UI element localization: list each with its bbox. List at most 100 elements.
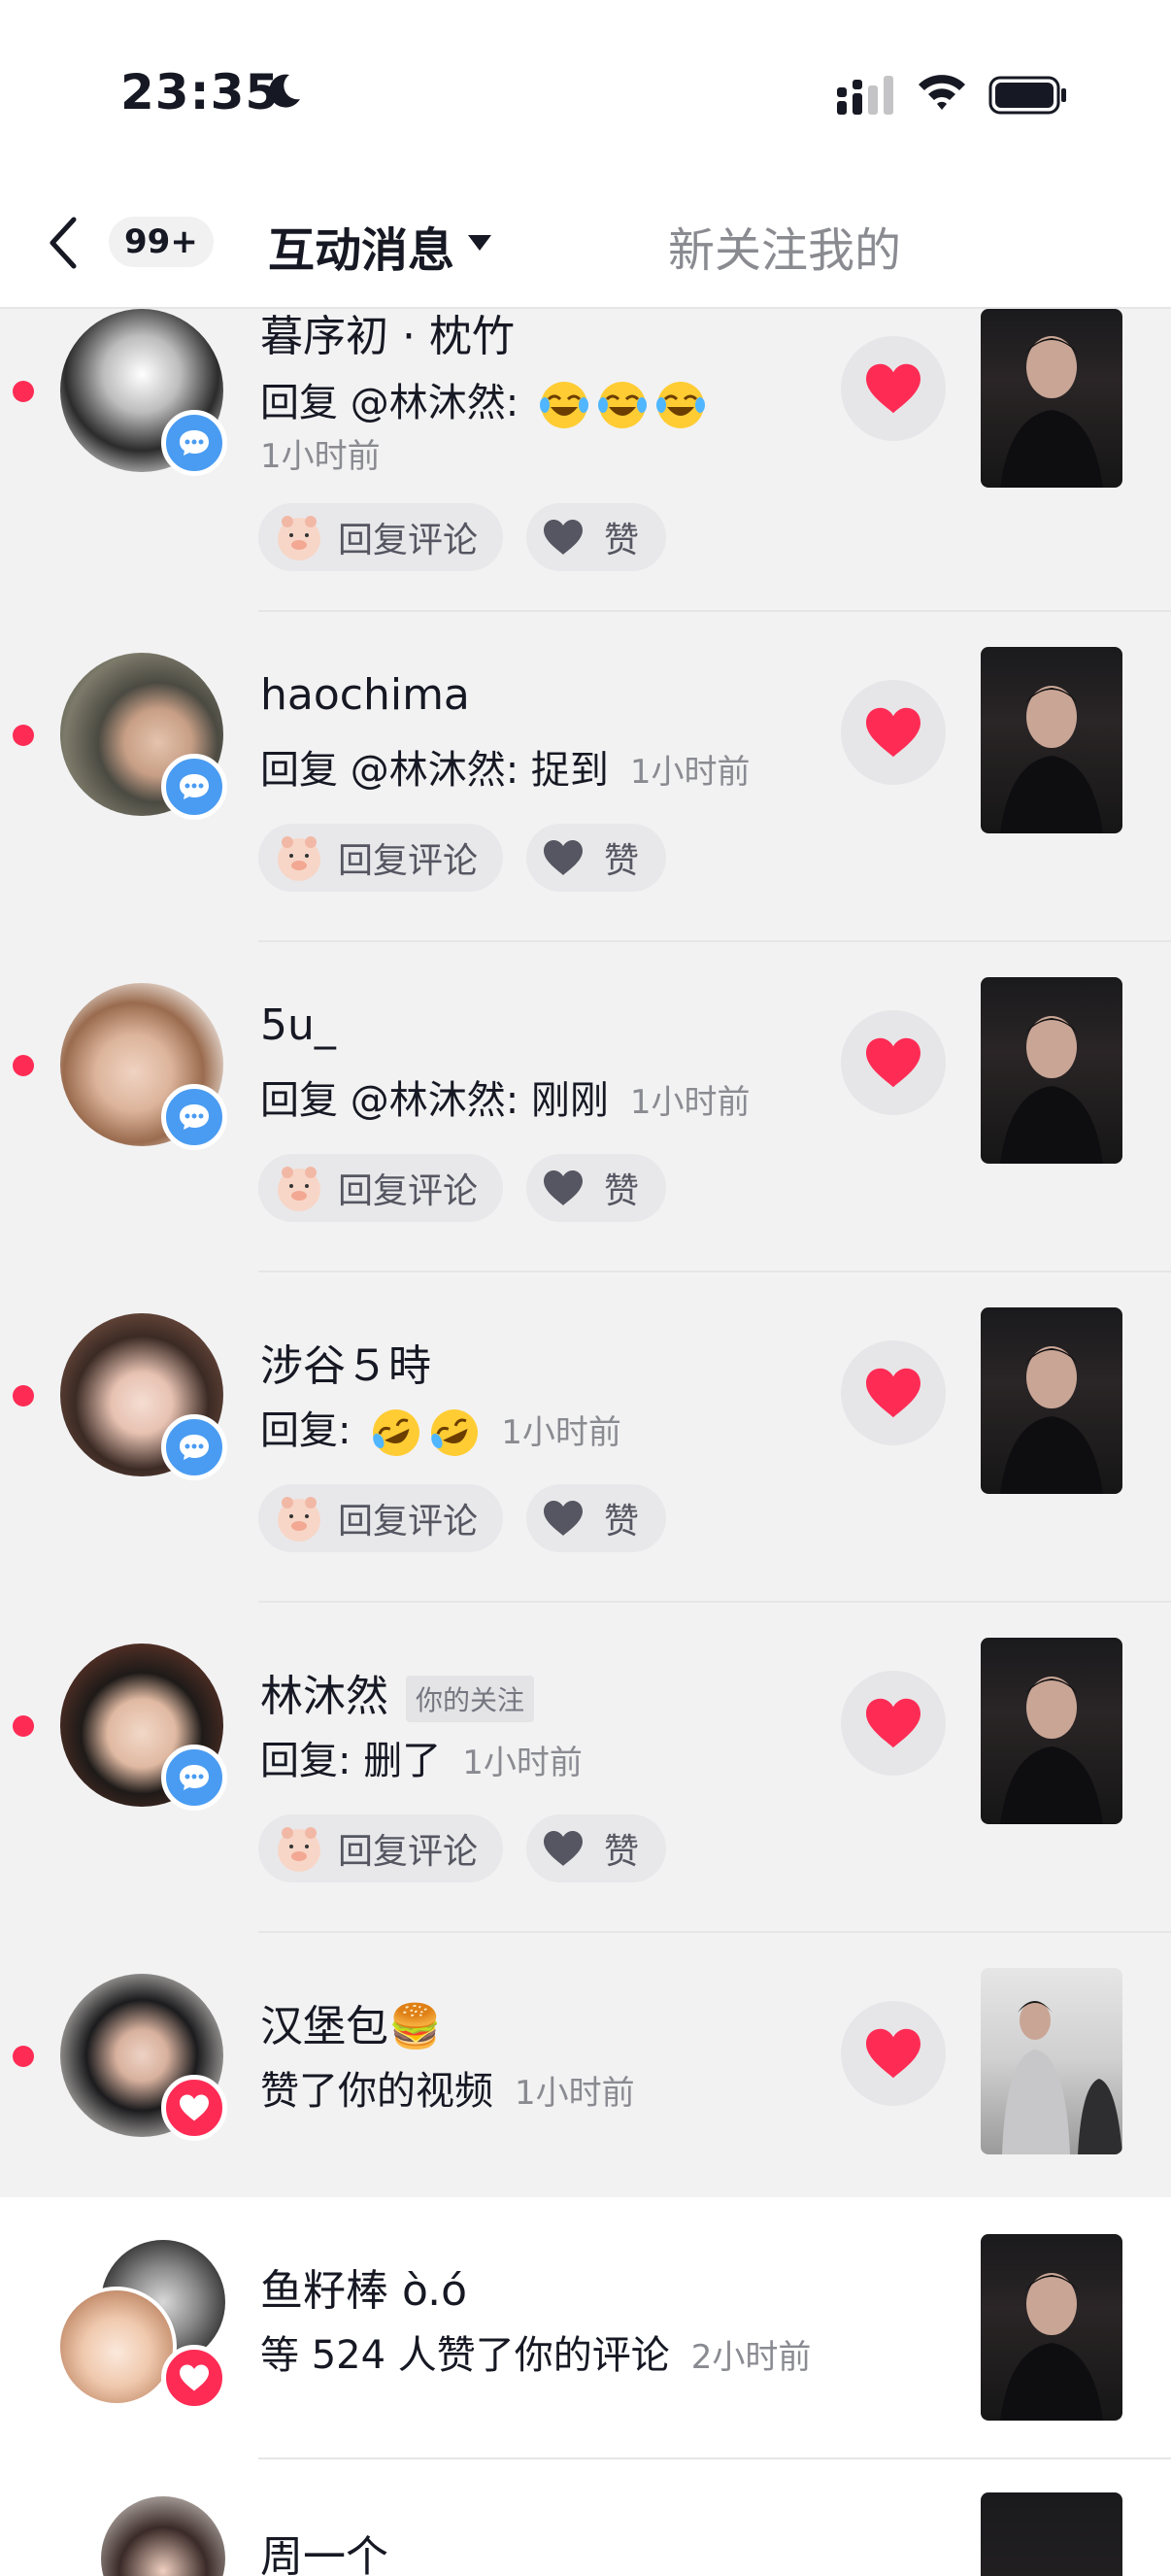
video-thumbnail[interactable] <box>981 977 1122 1164</box>
like-badge-icon <box>161 2345 227 2411</box>
video-thumbnail[interactable] <box>981 1638 1122 1824</box>
timestamp: 1小时前 <box>260 437 381 476</box>
pig-sticker-icon <box>278 516 320 560</box>
timestamp: 1小时前 <box>515 2074 635 2113</box>
video-thumbnail[interactable] <box>981 2492 1122 2576</box>
liked-heart-button[interactable] <box>841 680 946 785</box>
liked-heart-button[interactable] <box>841 2001 946 2106</box>
heart-filled-icon <box>866 1698 920 1748</box>
reply-label: 回复评论 <box>338 841 479 881</box>
unread-count-badge: 99+ <box>109 217 214 267</box>
comment-message: 回复 @林沐然: <box>260 381 531 425</box>
reply-comment-button[interactable]: 回复评论 <box>258 1154 503 1222</box>
heart-filled-icon <box>866 2028 920 2079</box>
reply-comment-button[interactable]: 回复评论 <box>258 824 503 892</box>
video-thumbnail[interactable] <box>981 1307 1122 1494</box>
comment-badge-icon <box>161 1084 227 1150</box>
timestamp: 1小时前 <box>629 753 751 792</box>
pig-sticker-icon <box>278 836 320 881</box>
like-label: 赞 <box>604 521 640 560</box>
like-message: 等 524 人赞了你的评论 <box>260 2333 670 2378</box>
unread-dot <box>13 1715 34 1737</box>
notification-row[interactable]: 林沐然 你的关注 回复: 删了 1小时前 回复评论 赞 <box>0 1603 1171 1933</box>
video-thumbnail[interactable] <box>981 1968 1122 2154</box>
username[interactable]: 暮序初 · 枕竹 <box>260 301 515 363</box>
comment-badge-icon <box>161 410 227 476</box>
battery-icon <box>988 76 1066 115</box>
video-thumbnail[interactable] <box>981 647 1122 833</box>
username[interactable]: 林沐然 你的关注 <box>260 1661 535 1723</box>
reply-label: 回复评论 <box>338 521 479 560</box>
comment-badge-icon <box>161 1414 227 1480</box>
heart-filled-icon <box>866 1037 920 1088</box>
status-time: 23:35 <box>120 64 281 120</box>
like-comment-button[interactable]: 赞 <box>526 1154 666 1222</box>
username[interactable]: 涉谷５時 <box>260 1331 431 1393</box>
tears-of-joy-emoji <box>655 380 706 430</box>
reply-comment-button[interactable]: 回复评论 <box>258 1484 503 1552</box>
like-message: 赞了你的视频 <box>260 2069 493 2114</box>
like-label: 赞 <box>604 1171 640 1211</box>
notification-row[interactable]: haochima 回复 @林沐然: 捉到 1小时前 回复评论 赞 <box>0 612 1171 942</box>
status-bar: 23:35 <box>0 0 1171 185</box>
notification-row[interactable]: 汉堡包🍔 赞了你的视频 1小时前 <box>0 1933 1171 2197</box>
video-thumbnail[interactable] <box>981 2234 1122 2421</box>
timestamp: 1小时前 <box>501 1413 621 1452</box>
like-label: 赞 <box>604 1502 640 1542</box>
pig-sticker-icon <box>278 1497 320 1542</box>
comment-text: 回复: 删了 1小时前 <box>260 1729 583 1785</box>
comment-message: 回复 @林沐然: 捉到 <box>260 748 609 793</box>
unread-dot <box>13 381 34 402</box>
like-text: 等 524 人赞了你的评论 2小时前 <box>260 2323 811 2380</box>
like-text: 赞了你的视频 1小时前 <box>260 2059 635 2116</box>
reply-label: 回复评论 <box>338 1502 479 1542</box>
tears-of-joy-emoji <box>539 380 589 430</box>
pig-sticker-icon <box>278 1167 320 1211</box>
comment-badge-icon <box>161 754 227 820</box>
avatar[interactable] <box>101 2496 225 2576</box>
notification-row[interactable]: 涉谷５時 回复: 1小时前 回复评论 赞 <box>0 1272 1171 1603</box>
liked-heart-button[interactable] <box>841 1340 946 1445</box>
reply-comment-button[interactable]: 回复评论 <box>258 503 503 571</box>
like-comment-button[interactable]: 赞 <box>526 1814 666 1882</box>
heart-filled-icon <box>866 707 920 758</box>
like-badge-icon <box>161 2075 227 2141</box>
like-comment-button[interactable]: 赞 <box>526 824 666 892</box>
following-tag: 你的关注 <box>406 1676 535 1722</box>
comment-text: 回复 @林沐然: 捉到 1小时前 <box>260 738 751 795</box>
heart-filled-icon <box>866 363 920 414</box>
rolling-laughing-emoji <box>371 1407 421 1458</box>
like-comment-button[interactable]: 赞 <box>526 503 666 571</box>
tab-new-followers[interactable]: 新关注我的 <box>668 212 901 280</box>
username[interactable]: 鱼籽棒 ò.ó <box>260 2255 467 2318</box>
dropdown-caret-icon[interactable] <box>466 233 493 253</box>
notification-row[interactable]: 暮序初 · 枕竹 回复 @林沐然: 1小时前 回复评论 赞 <box>0 309 1171 612</box>
liked-heart-button[interactable] <box>841 336 946 441</box>
avatar[interactable] <box>56 2287 177 2407</box>
username[interactable]: 汉堡包🍔 <box>260 1991 442 2053</box>
reply-comment-button[interactable]: 回复评论 <box>258 1814 503 1882</box>
reply-label: 回复评论 <box>338 1171 479 1211</box>
like-comment-button[interactable]: 赞 <box>526 1484 666 1552</box>
notification-row[interactable]: 鱼籽棒 ò.ó 等 524 人赞了你的评论 2小时前 <box>0 2197 1171 2459</box>
username[interactable]: 周一个 <box>260 2522 388 2576</box>
unread-dot <box>13 1055 34 1076</box>
heart-outline-icon <box>544 1831 583 1866</box>
notification-row[interactable]: 5u_ 回复 @林沐然: 刚刚 1小时前 回复评论 赞 <box>0 942 1171 1272</box>
like-label: 赞 <box>604 1832 640 1872</box>
tab-interactions[interactable]: 互动消息 <box>268 212 454 280</box>
liked-heart-button[interactable] <box>841 1671 946 1776</box>
timestamp: 2小时前 <box>690 2338 812 2377</box>
comment-message: 回复 @林沐然: 刚刚 <box>260 1078 609 1123</box>
wifi-icon <box>919 75 965 110</box>
heart-outline-icon <box>544 1501 583 1536</box>
username[interactable]: 5u_ <box>260 1000 336 1050</box>
timestamp: 1小时前 <box>462 1744 583 1782</box>
back-arrow-icon[interactable] <box>45 214 84 272</box>
video-thumbnail[interactable] <box>981 309 1122 488</box>
unread-dot <box>13 1385 34 1407</box>
username[interactable]: haochima <box>260 670 470 720</box>
heart-outline-icon <box>544 840 583 875</box>
notification-row[interactable]: 周一个 <box>0 2459 1171 2576</box>
liked-heart-button[interactable] <box>841 1010 946 1115</box>
